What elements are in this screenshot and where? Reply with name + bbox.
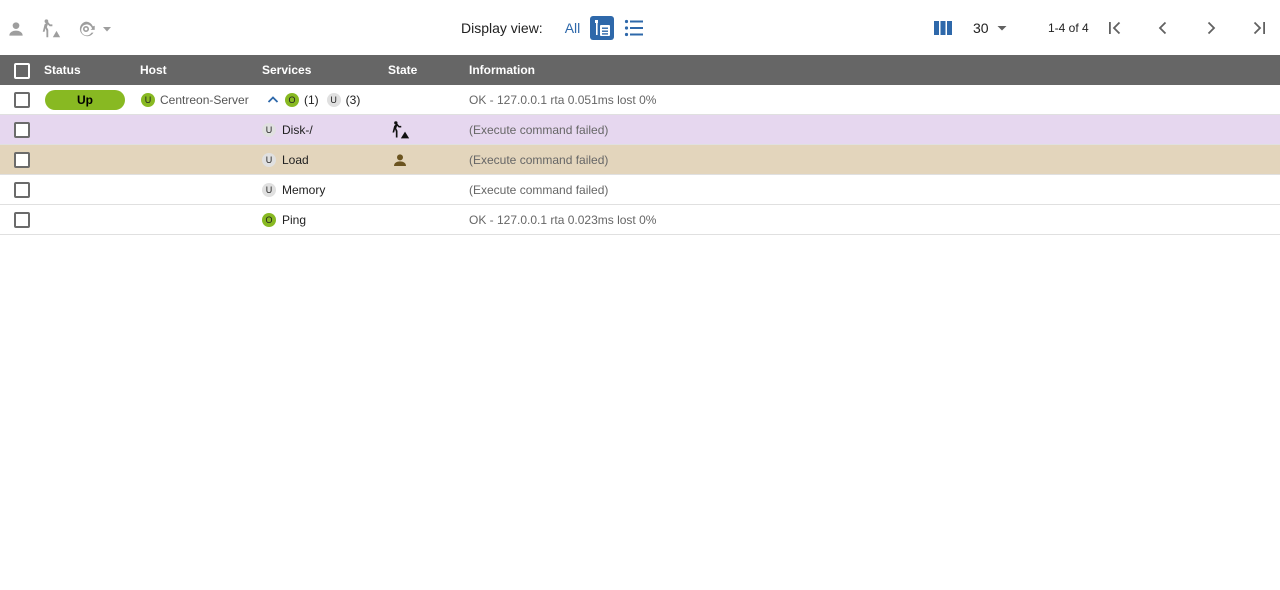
last-page-icon [1253,21,1265,35]
column-header-services[interactable]: Services [262,55,311,85]
column-selector-button[interactable] [932,16,954,40]
check-button[interactable] [74,14,98,44]
column-header-status[interactable]: Status [44,55,81,85]
pagination-bar: 30 1-4 of 4 [932,13,1271,43]
service-status-badge: U [262,152,276,167]
service-name[interactable]: Ping [282,213,306,227]
information-text: (Execute command failed) [469,122,609,137]
rows-per-page-value: 30 [973,20,989,36]
ok-services-badge: O [285,92,299,107]
information-text: OK - 127.0.0.1 rta 0.051ms lost 0% [469,92,657,107]
service-name[interactable]: Load [282,153,309,167]
status-badge: Up [45,89,125,110]
host-status-badge: U [141,92,155,107]
table-row-host[interactable]: Up U Centreon-Server O (1) U (3) OK - 12… [0,85,1280,115]
information-text: OK - 127.0.0.1 rta 0.023ms lost 0% [469,212,657,227]
table-row[interactable]: U Memory (Execute command failed) [0,175,1280,205]
tree-view-button[interactable] [590,16,615,40]
action-bar [4,14,125,44]
first-page-icon [1108,21,1120,35]
host-name[interactable]: Centreon-Server [160,93,249,107]
service-status-badge: U [262,182,276,197]
row-checkbox[interactable] [14,151,30,168]
first-page-button[interactable] [1103,16,1127,40]
table-row[interactable]: O Ping OK - 127.0.0.1 rta 0.023ms lost 0… [0,205,1280,235]
listing-toolbar: Display view: All 30 1-4 of 4 [0,0,1280,55]
view-all-button[interactable]: All [565,20,581,36]
chevron-left-icon [1158,21,1166,35]
unknown-services-badge: U [326,92,341,107]
previous-page-button[interactable] [1151,16,1175,40]
pagination-info: 1-4 of 4 [1048,21,1089,35]
acknowledge-button[interactable] [4,14,28,44]
table-row[interactable]: U Load (Execute command failed) [0,145,1280,175]
row-checkbox[interactable] [14,181,30,198]
information-text: (Execute command failed) [469,152,609,167]
service-status-badge: U [262,122,276,137]
acknowledge-icon [9,22,23,36]
check-options-dropdown[interactable] [100,14,114,44]
information-text: (Execute command failed) [469,182,609,197]
resources-table: Status Host Services State Information U… [0,55,1280,235]
chevron-right-icon [1207,21,1215,35]
table-header: Status Host Services State Information [0,55,1280,85]
display-view-label: Display view: [461,20,543,36]
columns-icon [934,21,952,35]
column-header-state[interactable]: State [388,55,417,85]
last-page-button[interactable] [1247,16,1271,40]
tree-view-icon [595,20,611,36]
row-checkbox[interactable] [14,211,30,228]
service-name[interactable]: Memory [282,183,325,197]
check-icon [79,21,95,37]
row-checkbox[interactable] [14,121,30,138]
service-status-badge: O [262,212,276,227]
downtime-icon [42,19,61,38]
column-header-host[interactable]: Host [140,55,167,85]
select-all-checkbox[interactable] [14,63,30,79]
column-header-information[interactable]: Information [469,55,535,85]
downtime-icon [392,120,410,138]
list-view-button[interactable] [622,16,646,40]
dropdown-caret-icon [997,26,1007,31]
display-view-switcher: Display view: All [461,13,654,43]
acknowledge-icon [394,153,406,166]
service-name[interactable]: Disk-/ [282,123,313,137]
chevron-up-icon [267,95,279,103]
list-view-icon [625,19,644,37]
row-checkbox[interactable] [14,91,30,108]
downtime-button[interactable] [39,14,63,44]
ok-services-count: (1) [304,92,319,107]
unknown-services-count: (3) [345,92,361,107]
rows-per-page-select[interactable]: 30 [973,20,1033,36]
next-page-button[interactable] [1199,16,1223,40]
dropdown-caret-icon [103,27,111,32]
table-row[interactable]: U Disk-/ (Execute command failed) [0,115,1280,145]
collapse-services-button[interactable] [267,94,279,106]
